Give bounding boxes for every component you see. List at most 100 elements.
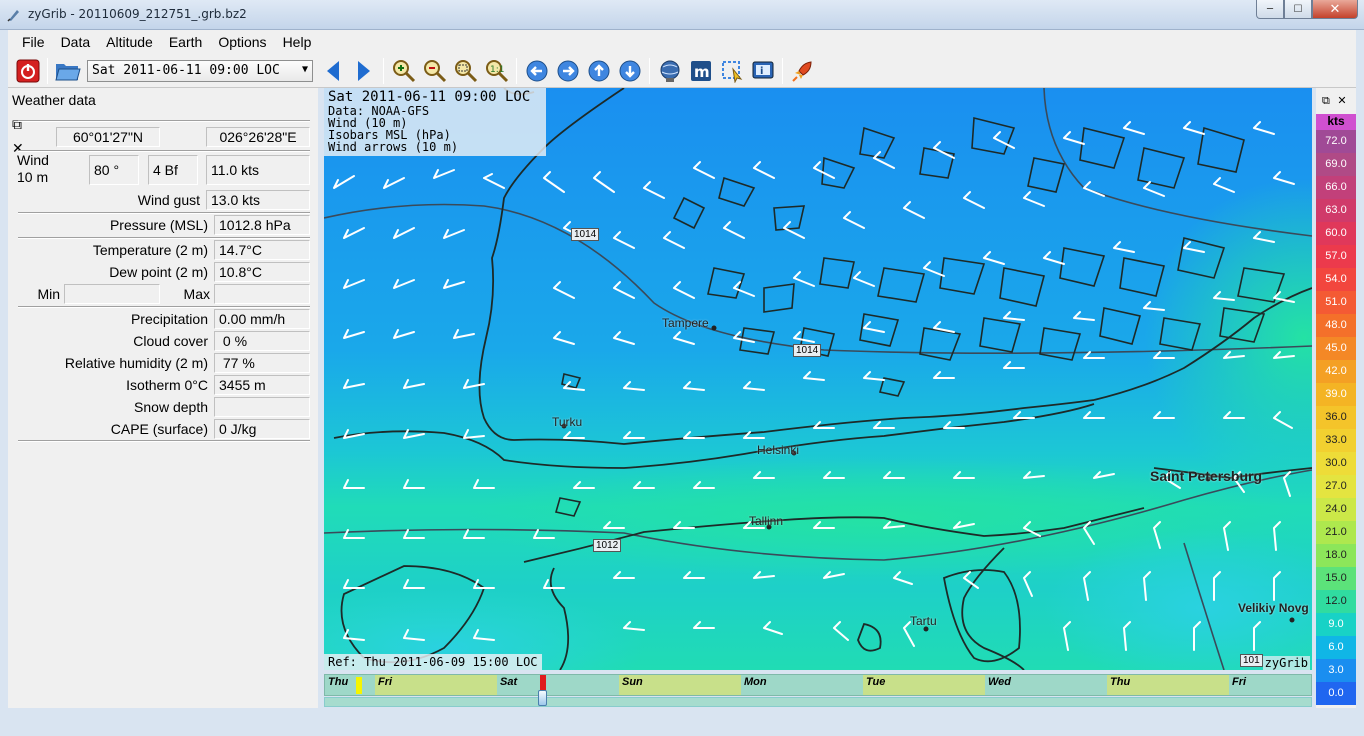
toolbar-separator [649, 57, 650, 84]
weather-map[interactable]: 1014 1014 1012 101 Tampere Turku Helsink… [324, 88, 1312, 670]
isobar-label: 1014 [571, 228, 600, 241]
minimize-icon: ─ [1266, 3, 1274, 15]
select-zone-icon [721, 60, 742, 83]
zoom-in-button[interactable] [390, 57, 417, 84]
minimize-button[interactable]: ─ [1256, 0, 1284, 19]
color-scale-cell: 9.0 [1316, 613, 1356, 636]
close-icon: ✕ [1329, 1, 1341, 17]
color-scale-cell: 27.0 [1316, 475, 1356, 498]
color-scale-cell: 63.0 [1316, 199, 1356, 222]
open-file-button[interactable] [54, 57, 81, 84]
zoom-world-button[interactable]: 1:1 [483, 57, 510, 84]
zygrib-watermark: zyGrib [1262, 656, 1310, 670]
power-icon [16, 59, 39, 82]
float-panel-icon[interactable]: ⧉ [1322, 94, 1330, 107]
wind-speed-value: 11.0 kts [206, 155, 310, 185]
forecast-date-select[interactable]: Sat 2011-06-11 09:00 LOC ▼ [87, 59, 313, 82]
toolbar-separator [782, 57, 783, 84]
next-date-button[interactable] [350, 57, 377, 84]
city-label-tampere: Tampere [662, 316, 709, 330]
pan-down-button[interactable] [616, 57, 643, 84]
wind-beaufort-value: 4 Bf [148, 155, 198, 185]
temperature-value: 14.7°C [214, 240, 310, 260]
separator [18, 120, 310, 122]
longitude-value: 026°26'28"E [206, 127, 310, 147]
zoom-fit-icon [454, 59, 477, 82]
city-label-saint-petersburg: Saint Petersburg [1150, 468, 1263, 484]
wind-label: Wind 10 m [17, 152, 49, 185]
menu-help[interactable]: Help [275, 34, 320, 50]
quit-button[interactable] [14, 57, 41, 84]
menu-earth[interactable]: Earth [161, 34, 210, 50]
city-label-tallinn: Tallinn [749, 514, 784, 528]
svg-text:i: i [760, 66, 763, 77]
dew-point-value: 10.8°C [214, 262, 310, 282]
forecast-date-value: Sat 2011-06-11 09:00 LOC [92, 62, 280, 78]
chevron-down-icon: ▼ [301, 63, 308, 75]
zoom-out-button[interactable] [421, 57, 448, 84]
menu-altitude[interactable]: Altitude [98, 34, 161, 50]
map-info-box: Sat 2011-06-11 09:00 LOC Data: NOAA-GFS … [324, 88, 546, 156]
timeline-day: Thu [1107, 675, 1229, 695]
temperature-label: Temperature (2 m) [92, 242, 208, 258]
color-scale-cell: 0.0 [1316, 682, 1356, 705]
map-canvas[interactable] [324, 88, 1312, 670]
timeline-day: Fri [375, 675, 497, 695]
color-scale-cell: 6.0 [1316, 636, 1356, 659]
separator [18, 306, 310, 308]
isobar-label: 1012 [593, 539, 622, 552]
maximize-button[interactable]: ☐ [1284, 0, 1312, 19]
timeline-slider-handle[interactable] [538, 690, 547, 706]
relative-humidity-value: 77 % [214, 353, 310, 373]
color-scale-header: ⧉ ✕ [1316, 88, 1356, 112]
color-scale-panel: ⧉ ✕ kts 72.0 69.0 66.0 63.0 60.0 57.0 54.0 51.0… [1316, 88, 1356, 708]
color-scale-cell: 60.0 [1316, 222, 1356, 245]
download-grib-button[interactable] [656, 57, 683, 84]
zoom-fit-button[interactable] [452, 57, 479, 84]
color-scale-cell: 15.0 [1316, 567, 1356, 590]
info-button[interactable]: i [749, 57, 776, 84]
color-scale-cell: 72.0 [1316, 130, 1356, 153]
timeline-day: Wed [988, 676, 1012, 688]
previous-date-button[interactable] [319, 57, 346, 84]
weather-data-panel: Weather data ⧉ ✕ 60°01'27"N 026°26'28"E … [8, 88, 318, 708]
maximize-icon: ☐ [1293, 3, 1303, 15]
city-label-velikiy-novgorod: Velikiy Novg [1238, 601, 1309, 615]
info-date: Sat 2011-06-11 09:00 LOC [328, 89, 531, 105]
select-zone-button[interactable] [718, 57, 745, 84]
launch-button[interactable] [789, 57, 816, 84]
color-scale-cell: 51.0 [1316, 291, 1356, 314]
color-scale-cell: 12.0 [1316, 590, 1356, 613]
city-dot [1289, 617, 1295, 623]
close-button[interactable]: ✕ [1312, 0, 1358, 19]
snow-depth-label: Snow depth [134, 399, 208, 415]
circle-arrow-up-icon [588, 60, 609, 81]
pan-up-button[interactable] [585, 57, 612, 84]
separator [18, 440, 310, 442]
menu-file[interactable]: File [14, 34, 53, 50]
pan-right-button[interactable] [554, 57, 581, 84]
info-screen-icon: i [752, 61, 773, 78]
forecast-timeline[interactable]: Thu Fri Sat Sun Mon Tue Wed Thu Fri [324, 674, 1312, 696]
precipitation-value: 0.00 mm/h [214, 309, 310, 329]
color-scale-cell: 36.0 [1316, 406, 1356, 429]
cloud-cover-value: 0 % [214, 331, 310, 351]
isotherm-value: 3455 m [214, 375, 310, 395]
meteotable-button[interactable]: m [687, 57, 714, 84]
isotherm-label: Isotherm 0°C [126, 377, 208, 393]
cape-label: CAPE (surface) [110, 421, 208, 437]
max-value [214, 284, 310, 304]
arrow-right-icon [357, 60, 370, 81]
close-panel-icon[interactable]: ✕ [1337, 94, 1346, 107]
info-wind-arrows: Wind arrows (10 m) [328, 140, 459, 154]
menu-options[interactable]: Options [210, 34, 274, 50]
toolbar: Sat 2011-06-11 09:00 LOC ▼ 1:1 m i [8, 54, 1356, 88]
window-controls: ─ ☐ ✕ [1256, 0, 1358, 20]
meteotable-icon: m [690, 60, 711, 81]
separator [18, 237, 310, 239]
city-label-helsinki: Helsinki [757, 443, 800, 457]
latitude-value: 60°01'27"N [56, 127, 160, 147]
menu-data[interactable]: Data [53, 34, 99, 50]
pan-left-button[interactable] [523, 57, 550, 84]
timeline-slider[interactable] [324, 697, 1312, 707]
